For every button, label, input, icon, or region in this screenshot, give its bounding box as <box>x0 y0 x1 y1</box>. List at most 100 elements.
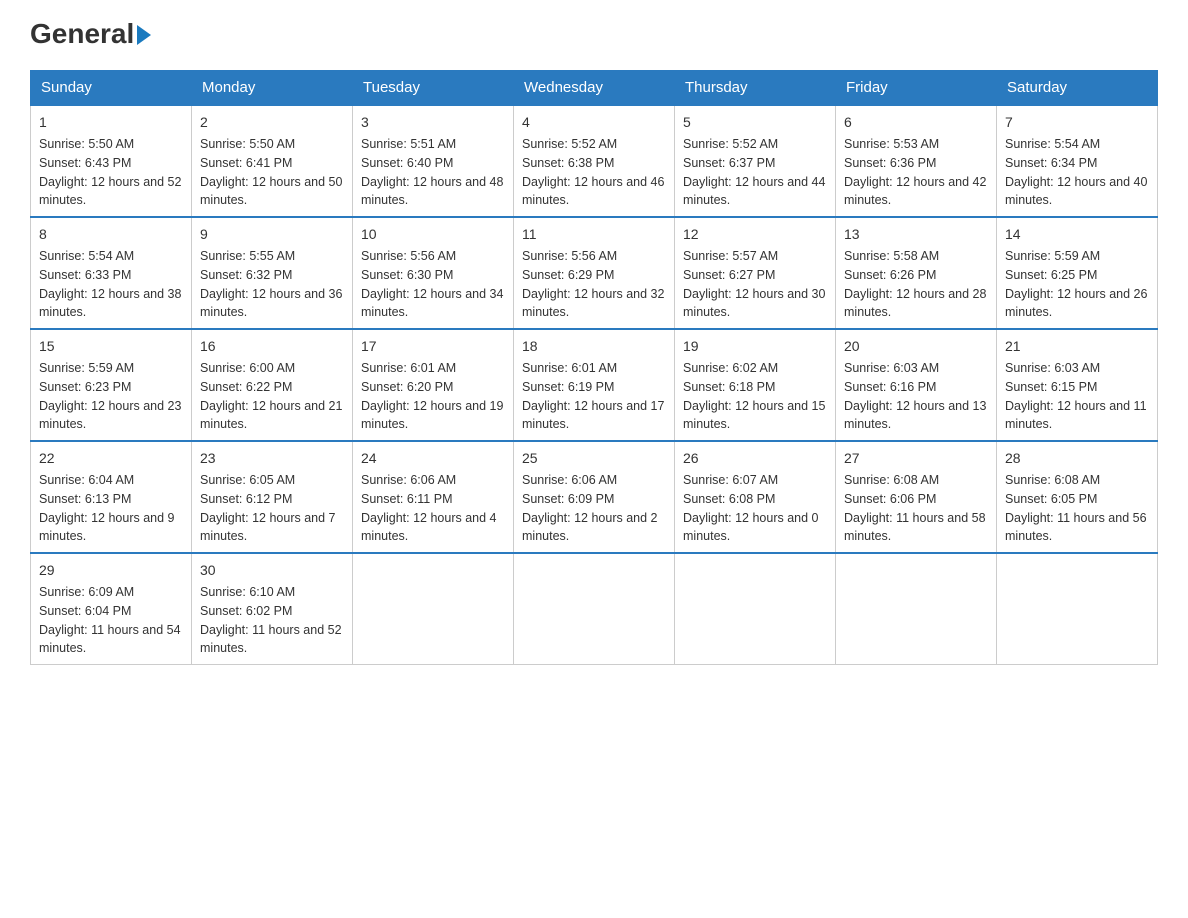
sunrise: Sunrise: 5:58 AM <box>844 249 939 263</box>
sunrise: Sunrise: 5:52 AM <box>683 137 778 151</box>
sunset: Sunset: 6:29 PM <box>522 268 614 282</box>
sunrise: Sunrise: 6:07 AM <box>683 473 778 487</box>
sunset: Sunset: 6:33 PM <box>39 268 131 282</box>
sunset: Sunset: 6:30 PM <box>361 268 453 282</box>
sunset: Sunset: 6:06 PM <box>844 492 936 506</box>
sunrise: Sunrise: 6:03 AM <box>844 361 939 375</box>
day-number: 6 <box>844 112 988 133</box>
sunset: Sunset: 6:41 PM <box>200 156 292 170</box>
calendar-cell: 30Sunrise: 6:10 AMSunset: 6:02 PMDayligh… <box>192 553 353 665</box>
day-number: 3 <box>361 112 505 133</box>
calendar-cell <box>514 553 675 665</box>
sunset: Sunset: 6:32 PM <box>200 268 292 282</box>
daylight: Daylight: 12 hours and 44 minutes. <box>683 175 825 208</box>
sunset: Sunset: 6:12 PM <box>200 492 292 506</box>
calendar-cell: 25 Sunrise: 6:06 AM Sunset: 6:09 PM Dayligh… <box>514 441 675 553</box>
sunrise: Sunrise: 5:51 AM <box>361 137 456 151</box>
daylight: Daylight: 11 hours and 58 minutes. <box>844 511 986 544</box>
header-thursday: Thursday <box>675 71 836 106</box>
sunrise: Sunrise: 5:54 AM <box>1005 137 1100 151</box>
sunset: Sunset: 6:02 PM <box>200 604 292 618</box>
sunrise: Sunrise: 5:56 AM <box>522 249 617 263</box>
sunrise: Sunrise: 6:06 AM <box>522 473 617 487</box>
calendar-cell: 5Sunrise: 5:52 AMSunset: 6:37 PMDaylight… <box>675 105 836 217</box>
daylight: Daylight: 11 hours and 54 minutes. <box>39 623 181 656</box>
sunrise: Sunrise: 6:01 AM <box>522 361 617 375</box>
day-number: 23 <box>200 448 344 469</box>
sunset: Sunset: 6:16 PM <box>844 380 936 394</box>
daylight: Daylight: 12 hours and 26 minutes. <box>1005 287 1147 320</box>
daylight: Daylight: 12 hours and 21 minutes. <box>200 399 342 432</box>
sunrise: Sunrise: 5:57 AM <box>683 249 778 263</box>
sunrise: Sunrise: 6:06 AM <box>361 473 456 487</box>
header-wednesday: Wednesday <box>514 71 675 106</box>
sunset: Sunset: 6:13 PM <box>39 492 131 506</box>
sunset: Sunset: 6:34 PM <box>1005 156 1097 170</box>
day-number: 10 <box>361 224 505 245</box>
daylight: Daylight: 12 hours and 32 minutes. <box>522 287 664 320</box>
day-number: 21 <box>1005 336 1149 357</box>
day-number: 24 <box>361 448 505 469</box>
sunrise: Sunrise: 5:53 AM <box>844 137 939 151</box>
calendar-header-row: SundayMondayTuesdayWednesdayThursdayFrid… <box>31 71 1158 106</box>
daylight: Daylight: 12 hours and 4 minutes. <box>361 511 497 544</box>
calendar-cell: 7 Sunrise: 5:54 AM Sunset: 6:34 PM Daylight… <box>997 105 1158 217</box>
day-number: 28 <box>1005 448 1149 469</box>
calendar-week-3: 15Sunrise: 5:59 AMSunset: 6:23 PMDayligh… <box>31 329 1158 441</box>
daylight: Daylight: 12 hours and 46 minutes. <box>522 175 664 208</box>
day-number: 27 <box>844 448 988 469</box>
daylight: Daylight: 12 hours and 48 minutes. <box>361 175 503 208</box>
calendar-cell: 26Sunrise: 6:07 AMSunset: 6:08 PMDayligh… <box>675 441 836 553</box>
sunrise: Sunrise: 6:10 AM <box>200 585 295 599</box>
sunset: Sunset: 6:18 PM <box>683 380 775 394</box>
daylight: Daylight: 12 hours and 23 minutes. <box>39 399 181 432</box>
daylight: Daylight: 12 hours and 19 minutes. <box>361 399 503 432</box>
daylight: Daylight: 12 hours and 30 minutes. <box>683 287 825 320</box>
sunset: Sunset: 6:20 PM <box>361 380 453 394</box>
sunrise: Sunrise: 6:01 AM <box>361 361 456 375</box>
header-tuesday: Tuesday <box>353 71 514 106</box>
daylight: Daylight: 12 hours and 40 minutes. <box>1005 175 1147 208</box>
daylight: Daylight: 12 hours and 2 minutes. <box>522 511 658 544</box>
sunset: Sunset: 6:19 PM <box>522 380 614 394</box>
calendar-cell: 2Sunrise: 5:50 AMSunset: 6:41 PMDaylight… <box>192 105 353 217</box>
sunrise: Sunrise: 6:05 AM <box>200 473 295 487</box>
sunrise: Sunrise: 5:50 AM <box>39 137 134 151</box>
daylight: Daylight: 12 hours and 36 minutes. <box>200 287 342 320</box>
daylight: Daylight: 12 hours and 9 minutes. <box>39 511 175 544</box>
calendar-cell: 12Sunrise: 5:57 AMSunset: 6:27 PMDayligh… <box>675 217 836 329</box>
day-number: 5 <box>683 112 827 133</box>
calendar-week-1: 1 Sunrise: 5:50 AM Sunset: 6:43 PM Daylight… <box>31 105 1158 217</box>
sunset: Sunset: 6:27 PM <box>683 268 775 282</box>
calendar-cell: 29Sunrise: 6:09 AMSunset: 6:04 PMDayligh… <box>31 553 192 665</box>
day-number: 1 <box>39 112 183 133</box>
day-number: 22 <box>39 448 183 469</box>
calendar-cell: 3Sunrise: 5:51 AMSunset: 6:40 PMDaylight… <box>353 105 514 217</box>
calendar-table: SundayMondayTuesdayWednesdayThursdayFrid… <box>30 70 1158 665</box>
logo-general: General <box>30 20 134 48</box>
sunrise: Sunrise: 5:50 AM <box>200 137 295 151</box>
sunset: Sunset: 6:26 PM <box>844 268 936 282</box>
logo: General <box>30 20 151 50</box>
sunrise: Sunrise: 6:08 AM <box>1005 473 1100 487</box>
calendar-cell: 27Sunrise: 6:08 AMSunset: 6:06 PMDayligh… <box>836 441 997 553</box>
sunset: Sunset: 6:08 PM <box>683 492 775 506</box>
day-number: 2 <box>200 112 344 133</box>
calendar-cell <box>997 553 1158 665</box>
day-number: 13 <box>844 224 988 245</box>
calendar-cell: 20Sunrise: 6:03 AMSunset: 6:16 PMDayligh… <box>836 329 997 441</box>
sunset: Sunset: 6:09 PM <box>522 492 614 506</box>
daylight: Daylight: 11 hours and 56 minutes. <box>1005 511 1147 544</box>
sunrise: Sunrise: 6:02 AM <box>683 361 778 375</box>
calendar-cell: 24Sunrise: 6:06 AMSunset: 6:11 PMDayligh… <box>353 441 514 553</box>
day-number: 7 <box>1005 112 1149 133</box>
daylight: Daylight: 12 hours and 34 minutes. <box>361 287 503 320</box>
calendar-cell: 23Sunrise: 6:05 AMSunset: 6:12 PMDayligh… <box>192 441 353 553</box>
sunrise: Sunrise: 6:03 AM <box>1005 361 1100 375</box>
calendar-cell: 28Sunrise: 6:08 AMSunset: 6:05 PMDayligh… <box>997 441 1158 553</box>
calendar-cell <box>836 553 997 665</box>
daylight: Daylight: 12 hours and 17 minutes. <box>522 399 664 432</box>
sunset: Sunset: 6:43 PM <box>39 156 131 170</box>
calendar-cell: 8Sunrise: 5:54 AMSunset: 6:33 PMDaylight… <box>31 217 192 329</box>
day-number: 25 <box>522 448 666 469</box>
